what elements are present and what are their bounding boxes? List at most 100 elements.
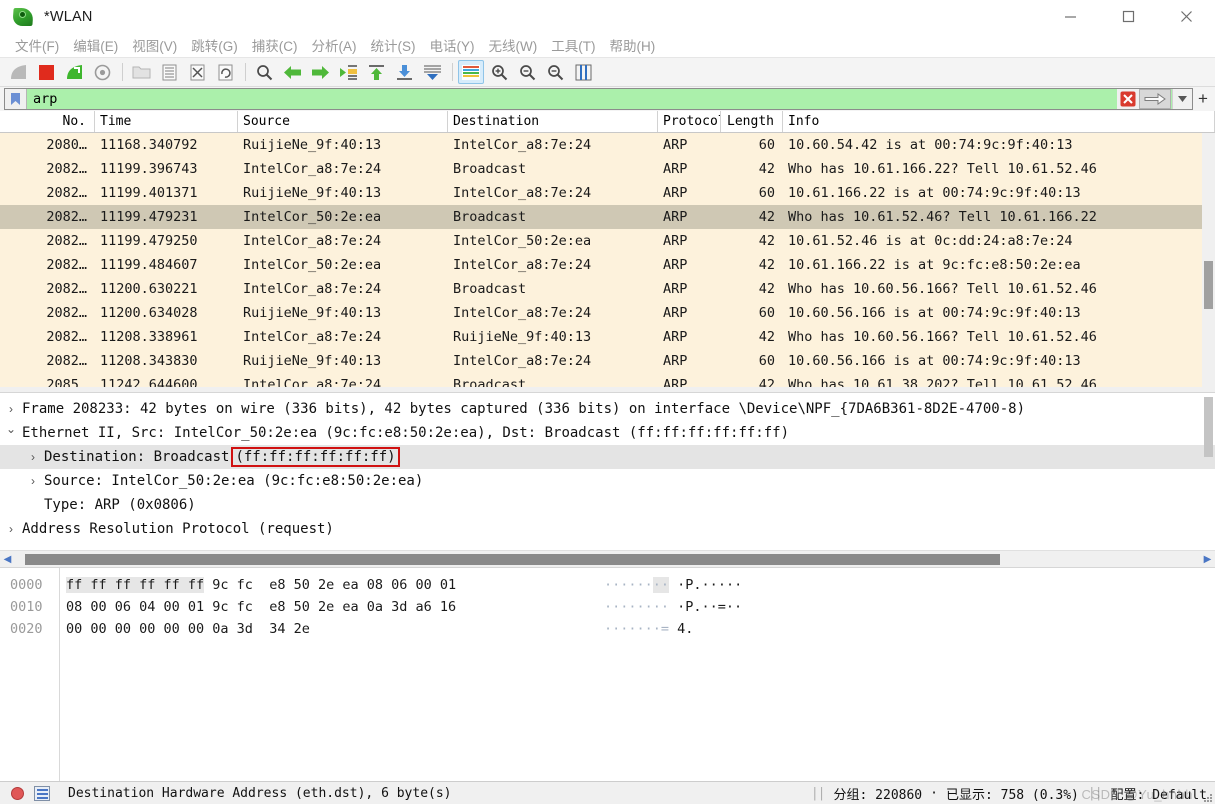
menu-item-view[interactable]: 视图(V): [125, 33, 184, 57]
packet-list-row[interactable]: 2082… 11199.479231 IntelCor_50:2e:ea Broadc…: [0, 205, 1215, 229]
cell-protocol: ARP: [663, 161, 688, 177]
cell-destination: IntelCor_a8:7e:24: [453, 353, 592, 369]
packet-detail-row[interactable]: Destination: Broadcast (ff:ff:ff:ff:ff:f…: [0, 445, 1215, 469]
column-header-destination[interactable]: Destination: [448, 111, 658, 132]
go-back-icon[interactable]: [279, 60, 305, 84]
cell-source: IntelCor_a8:7e:24: [243, 161, 382, 177]
column-header-info[interactable]: Info: [783, 111, 1215, 132]
status-displayed-count: 已显示: 758 (0.3%): [945, 787, 1079, 803]
go-last-packet-icon[interactable]: [391, 60, 417, 84]
resize-columns-icon[interactable]: [570, 60, 596, 84]
packet-detail-row[interactable]: Type: ARP (0x0806): [0, 493, 1215, 517]
packet-list-row[interactable]: 2082… 11200.634028 RuijieNe_9f:40:13 IntelC…: [0, 301, 1215, 325]
display-filter-input[interactable]: [27, 90, 1117, 108]
hex-offset-label: 0000: [10, 577, 43, 593]
cell-protocol: ARP: [663, 257, 688, 273]
go-first-packet-icon[interactable]: [363, 60, 389, 84]
hex-bytes: ff ff ff ff ff ff 9c fc e8 50 2e ea 08 0…: [66, 574, 586, 596]
column-header-no[interactable]: No.: [0, 111, 95, 132]
menu-item-wireless[interactable]: 无线(W): [482, 33, 545, 57]
packet-list-row[interactable]: 2082… 11208.343830 RuijieNe_9f:40:13 IntelC…: [0, 349, 1215, 373]
colorize-icon[interactable]: [458, 60, 484, 84]
scroll-left-arrow-icon[interactable]: ◀: [0, 554, 15, 565]
minimize-icon[interactable]: [1041, 0, 1099, 33]
close-icon[interactable]: [1157, 0, 1215, 33]
clear-filter-icon[interactable]: [1117, 89, 1139, 109]
menu-item-statistics[interactable]: 统计(S): [364, 33, 423, 57]
chevron-right-icon[interactable]: [0, 522, 22, 536]
hscroll-thumb[interactable]: [25, 553, 1000, 565]
go-forward-icon[interactable]: [307, 60, 333, 84]
zoom-in-icon[interactable]: [486, 60, 512, 84]
hex-ascii-pre: ·······=: [604, 621, 670, 637]
column-header-length[interactable]: Length: [721, 111, 783, 132]
packet-details-scrollbar-thumb[interactable]: [1204, 397, 1213, 457]
column-header-time[interactable]: Time: [95, 111, 238, 132]
go-to-packet-icon[interactable]: [335, 60, 361, 84]
menu-item-telephony[interactable]: 电话(Y): [423, 33, 482, 57]
maximize-icon[interactable]: [1099, 0, 1157, 33]
restart-capture-icon[interactable]: [61, 60, 87, 84]
title-bar: *WLAN: [0, 0, 1215, 33]
packet-detail-row[interactable]: Address Resolution Protocol (request): [0, 517, 1215, 541]
close-file-icon[interactable]: [184, 60, 210, 84]
hex-ascii: ········ ·P.··=··: [604, 596, 742, 618]
autoscroll-icon[interactable]: [419, 60, 445, 84]
packet-list-row[interactable]: 2082… 11199.484607 IntelCor_50:2e:ea IntelC…: [0, 253, 1215, 277]
stop-capture-icon[interactable]: [33, 60, 59, 84]
packet-details-hscrollbar[interactable]: ◀ ▶: [0, 550, 1215, 567]
chevron-down-icon[interactable]: [0, 426, 22, 440]
hex-dump-line[interactable]: 08 00 06 04 00 01 9c fc e8 50 2e ea 0a 3…: [66, 596, 1215, 618]
cell-destination: RuijieNe_9f:40:13: [453, 329, 592, 345]
menu-item-tools[interactable]: 工具(T): [544, 33, 602, 57]
column-header-source[interactable]: Source: [238, 111, 448, 132]
column-header-protocol[interactable]: Protocol: [658, 111, 721, 132]
hex-dump-line[interactable]: ff ff ff ff ff ff 9c fc e8 50 2e ea 08 0…: [66, 574, 1215, 596]
packet-list-scrollbar-thumb[interactable]: [1204, 261, 1213, 309]
packet-list-row[interactable]: 2085… 11242.644600 IntelCor_a8:7e:24 Broadc…: [0, 373, 1215, 387]
hex-ascii: ·······= 4.: [604, 618, 693, 640]
capture-file-properties-icon[interactable]: [34, 785, 50, 801]
chevron-right-icon[interactable]: [22, 450, 44, 464]
add-filter-button-icon[interactable]: +: [1193, 89, 1213, 109]
zoom-out-icon[interactable]: [514, 60, 540, 84]
packet-list-row[interactable]: 2082… 11199.396743 IntelCor_a8:7e:24 Broadc…: [0, 157, 1215, 181]
find-packet-icon[interactable]: [251, 60, 277, 84]
status-profile[interactable]: 配置: Default: [1111, 784, 1207, 803]
capture-options-icon[interactable]: [89, 60, 115, 84]
menu-item-capture[interactable]: 捕获(C): [245, 33, 305, 57]
menu-item-file[interactable]: 文件(F): [8, 33, 66, 57]
cell-length: 42: [758, 281, 775, 297]
hex-dump-line[interactable]: 00 00 00 00 00 00 0a 3d 34 2e ·······= 4.: [66, 618, 1215, 640]
detail-row-label: Frame 208233: 42 bytes on wire (336 bits…: [22, 401, 1026, 417]
packet-detail-row[interactable]: Ethernet II, Src: IntelCor_50:2e:ea (9c:…: [0, 421, 1215, 445]
packet-list-row[interactable]: 2082… 11199.401371 RuijieNe_9f:40:13 IntelC…: [0, 181, 1215, 205]
bookmark-icon[interactable]: [5, 89, 27, 109]
chevron-down-icon[interactable]: [1172, 89, 1192, 109]
packet-list-row[interactable]: 2082… 11208.338961 IntelCor_a8:7e:24 Ruijie…: [0, 325, 1215, 349]
apply-filter-icon[interactable]: [1139, 89, 1171, 109]
hscroll-track[interactable]: [15, 553, 1200, 565]
open-file-icon[interactable]: [128, 60, 154, 84]
chevron-right-icon[interactable]: [22, 474, 44, 488]
packet-list-row[interactable]: 2080… 11168.340792 RuijieNe_9f:40:13 IntelC…: [0, 133, 1215, 157]
reload-file-icon[interactable]: [212, 60, 238, 84]
zoom-reset-icon[interactable]: [542, 60, 568, 84]
menu-item-help[interactable]: 帮助(H): [602, 33, 662, 57]
packet-detail-row[interactable]: Source: IntelCor_50:2e:ea (9c:fc:e8:50:2…: [0, 469, 1215, 493]
display-filter-container[interactable]: [4, 88, 1193, 110]
start-capture-icon[interactable]: [5, 60, 31, 84]
scroll-right-arrow-icon[interactable]: ▶: [1200, 554, 1215, 565]
save-file-icon[interactable]: [156, 60, 182, 84]
chevron-right-icon[interactable]: [0, 402, 22, 416]
packet-list-scrollbar[interactable]: [1202, 133, 1215, 387]
menu-item-edit[interactable]: 编辑(E): [66, 33, 125, 57]
menu-item-go[interactable]: 跳转(G): [184, 33, 245, 57]
cell-info: Who has 10.60.56.166? Tell 10.61.52.46: [788, 329, 1097, 345]
menu-item-analyze[interactable]: 分析(A): [305, 33, 364, 57]
record-indicator-icon[interactable]: [11, 786, 24, 800]
packet-detail-row[interactable]: Frame 208233: 42 bytes on wire (336 bits…: [0, 397, 1215, 421]
resize-grip-icon[interactable]: [1203, 792, 1213, 802]
packet-list-row[interactable]: 2082… 11199.479250 IntelCor_a8:7e:24 IntelC…: [0, 229, 1215, 253]
packet-list-row[interactable]: 2082… 11200.630221 IntelCor_a8:7e:24 Broadc…: [0, 277, 1215, 301]
